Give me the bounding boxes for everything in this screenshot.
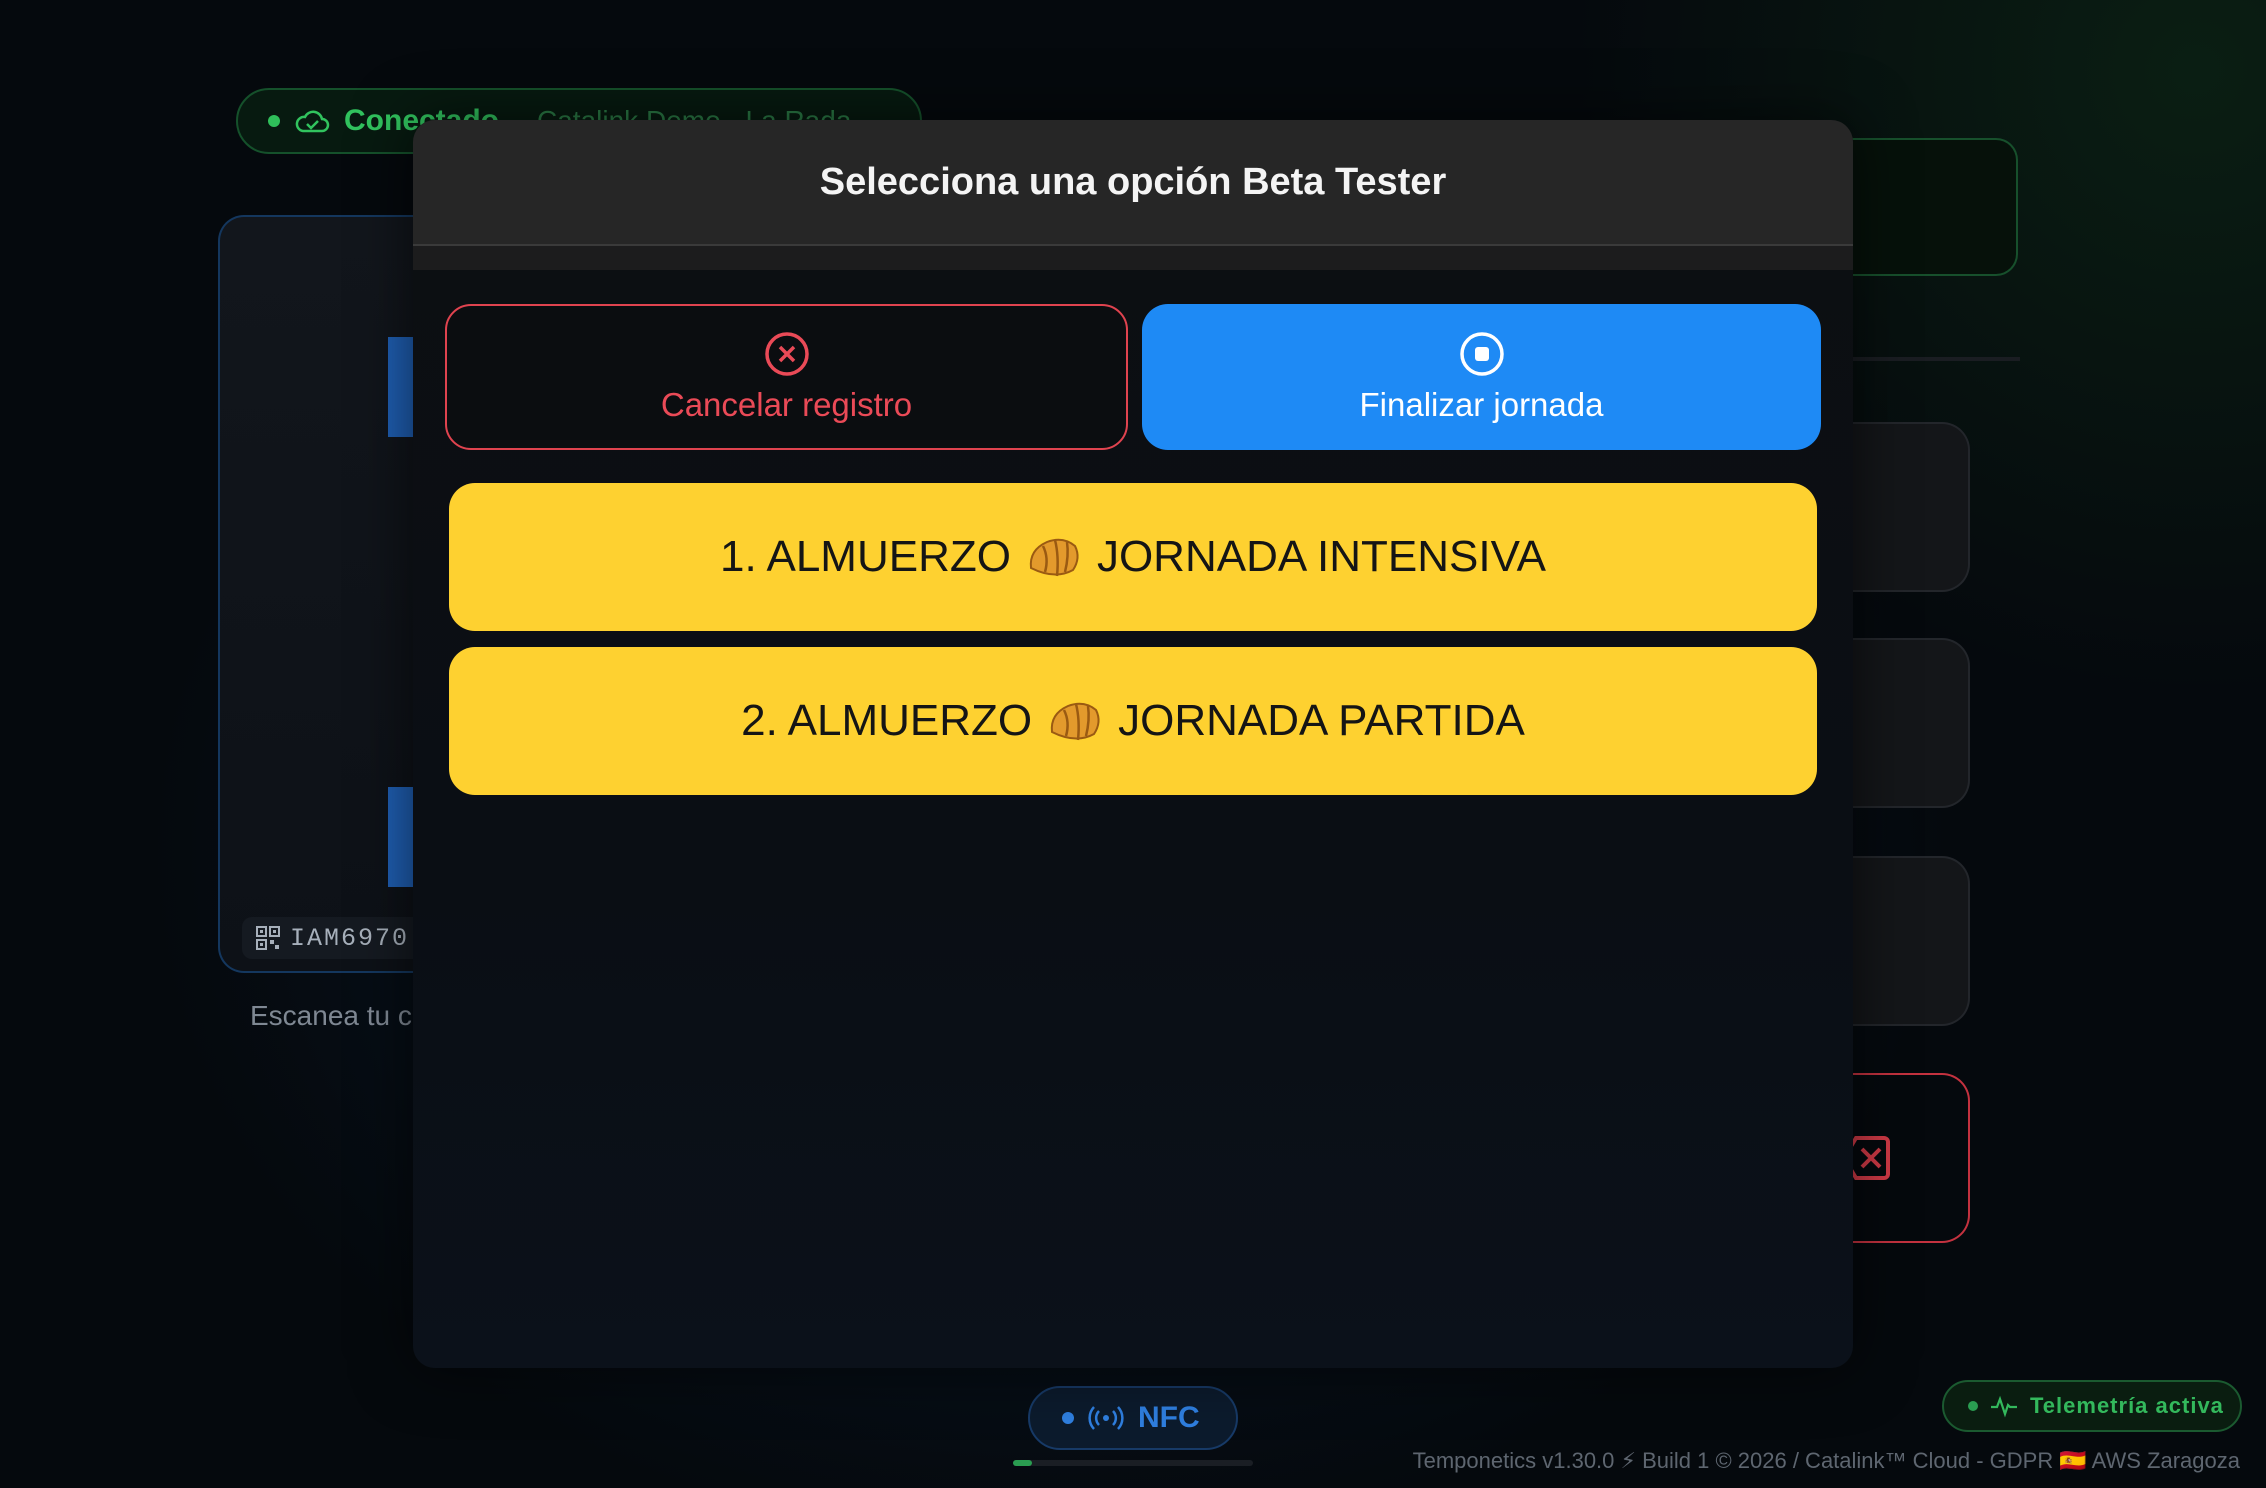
nfc-waves-icon bbox=[1088, 1406, 1124, 1430]
pulse-icon bbox=[1991, 1395, 2017, 1418]
cancel-button-label: Cancelar registro bbox=[660, 386, 913, 423]
divider bbox=[1850, 357, 2020, 361]
scanner-frame-bottom bbox=[388, 787, 414, 887]
scanner-frame-top bbox=[388, 337, 414, 437]
nfc-label: NFC bbox=[1138, 1401, 1200, 1434]
finish-button-label: Finalizar jornada bbox=[1359, 386, 1604, 423]
telemetry-label: Telemetría activa bbox=[2030, 1393, 2224, 1418]
cancel-registro-button[interactable]: Cancelar registro bbox=[445, 304, 1128, 450]
telemetry-status: Telemetría activa bbox=[1942, 1380, 2242, 1432]
modal-header: Selecciona una opción Beta Tester bbox=[413, 120, 1853, 246]
option-almuerzo-partida[interactable]: 2. ALMUERZO JORNADA PARTIDA bbox=[449, 647, 1817, 795]
option-prefix: 2. ALMUERZO bbox=[741, 696, 1033, 745]
option-modal: Selecciona una opción Beta Tester Cancel… bbox=[413, 120, 1853, 1368]
stop-circle-icon bbox=[1459, 332, 1504, 376]
option-suffix: JORNADA INTENSIVA bbox=[1096, 532, 1546, 581]
nfc-dot bbox=[1062, 1412, 1074, 1424]
option-almuerzo-intensiva[interactable]: 1. ALMUERZO JORNADA INTENSIVA bbox=[449, 483, 1817, 631]
footer-version: Temponetics v1.30.0 ⚡ Build 1 © 2026 / C… bbox=[1412, 1448, 2240, 1473]
cloud-check-icon bbox=[295, 110, 330, 133]
nfc-status: NFC bbox=[1028, 1386, 1238, 1450]
device-code: IAM6970 bbox=[290, 923, 410, 953]
option-suffix: JORNADA PARTIDA bbox=[1118, 696, 1525, 745]
finalizar-jornada-button[interactable]: Finalizar jornada bbox=[1142, 304, 1821, 450]
modal-title: Selecciona una opción Beta Tester bbox=[819, 160, 1447, 203]
qr-code-icon bbox=[256, 926, 280, 950]
status-dot bbox=[268, 115, 280, 127]
telemetry-dot bbox=[1968, 1401, 1978, 1411]
modal-header-strip bbox=[413, 246, 1853, 270]
croissant-icon bbox=[1050, 702, 1100, 741]
option-prefix: 1. ALMUERZO bbox=[719, 532, 1011, 581]
nfc-progress-bar bbox=[1013, 1460, 1253, 1466]
croissant-icon bbox=[1029, 538, 1079, 577]
scan-hint: Escanea tu c bbox=[250, 1000, 412, 1031]
nfc-progress-fill bbox=[1013, 1460, 1033, 1466]
action-row: Cancelar registro Finalizar jornada bbox=[445, 304, 1821, 450]
x-circle-icon bbox=[764, 332, 809, 376]
